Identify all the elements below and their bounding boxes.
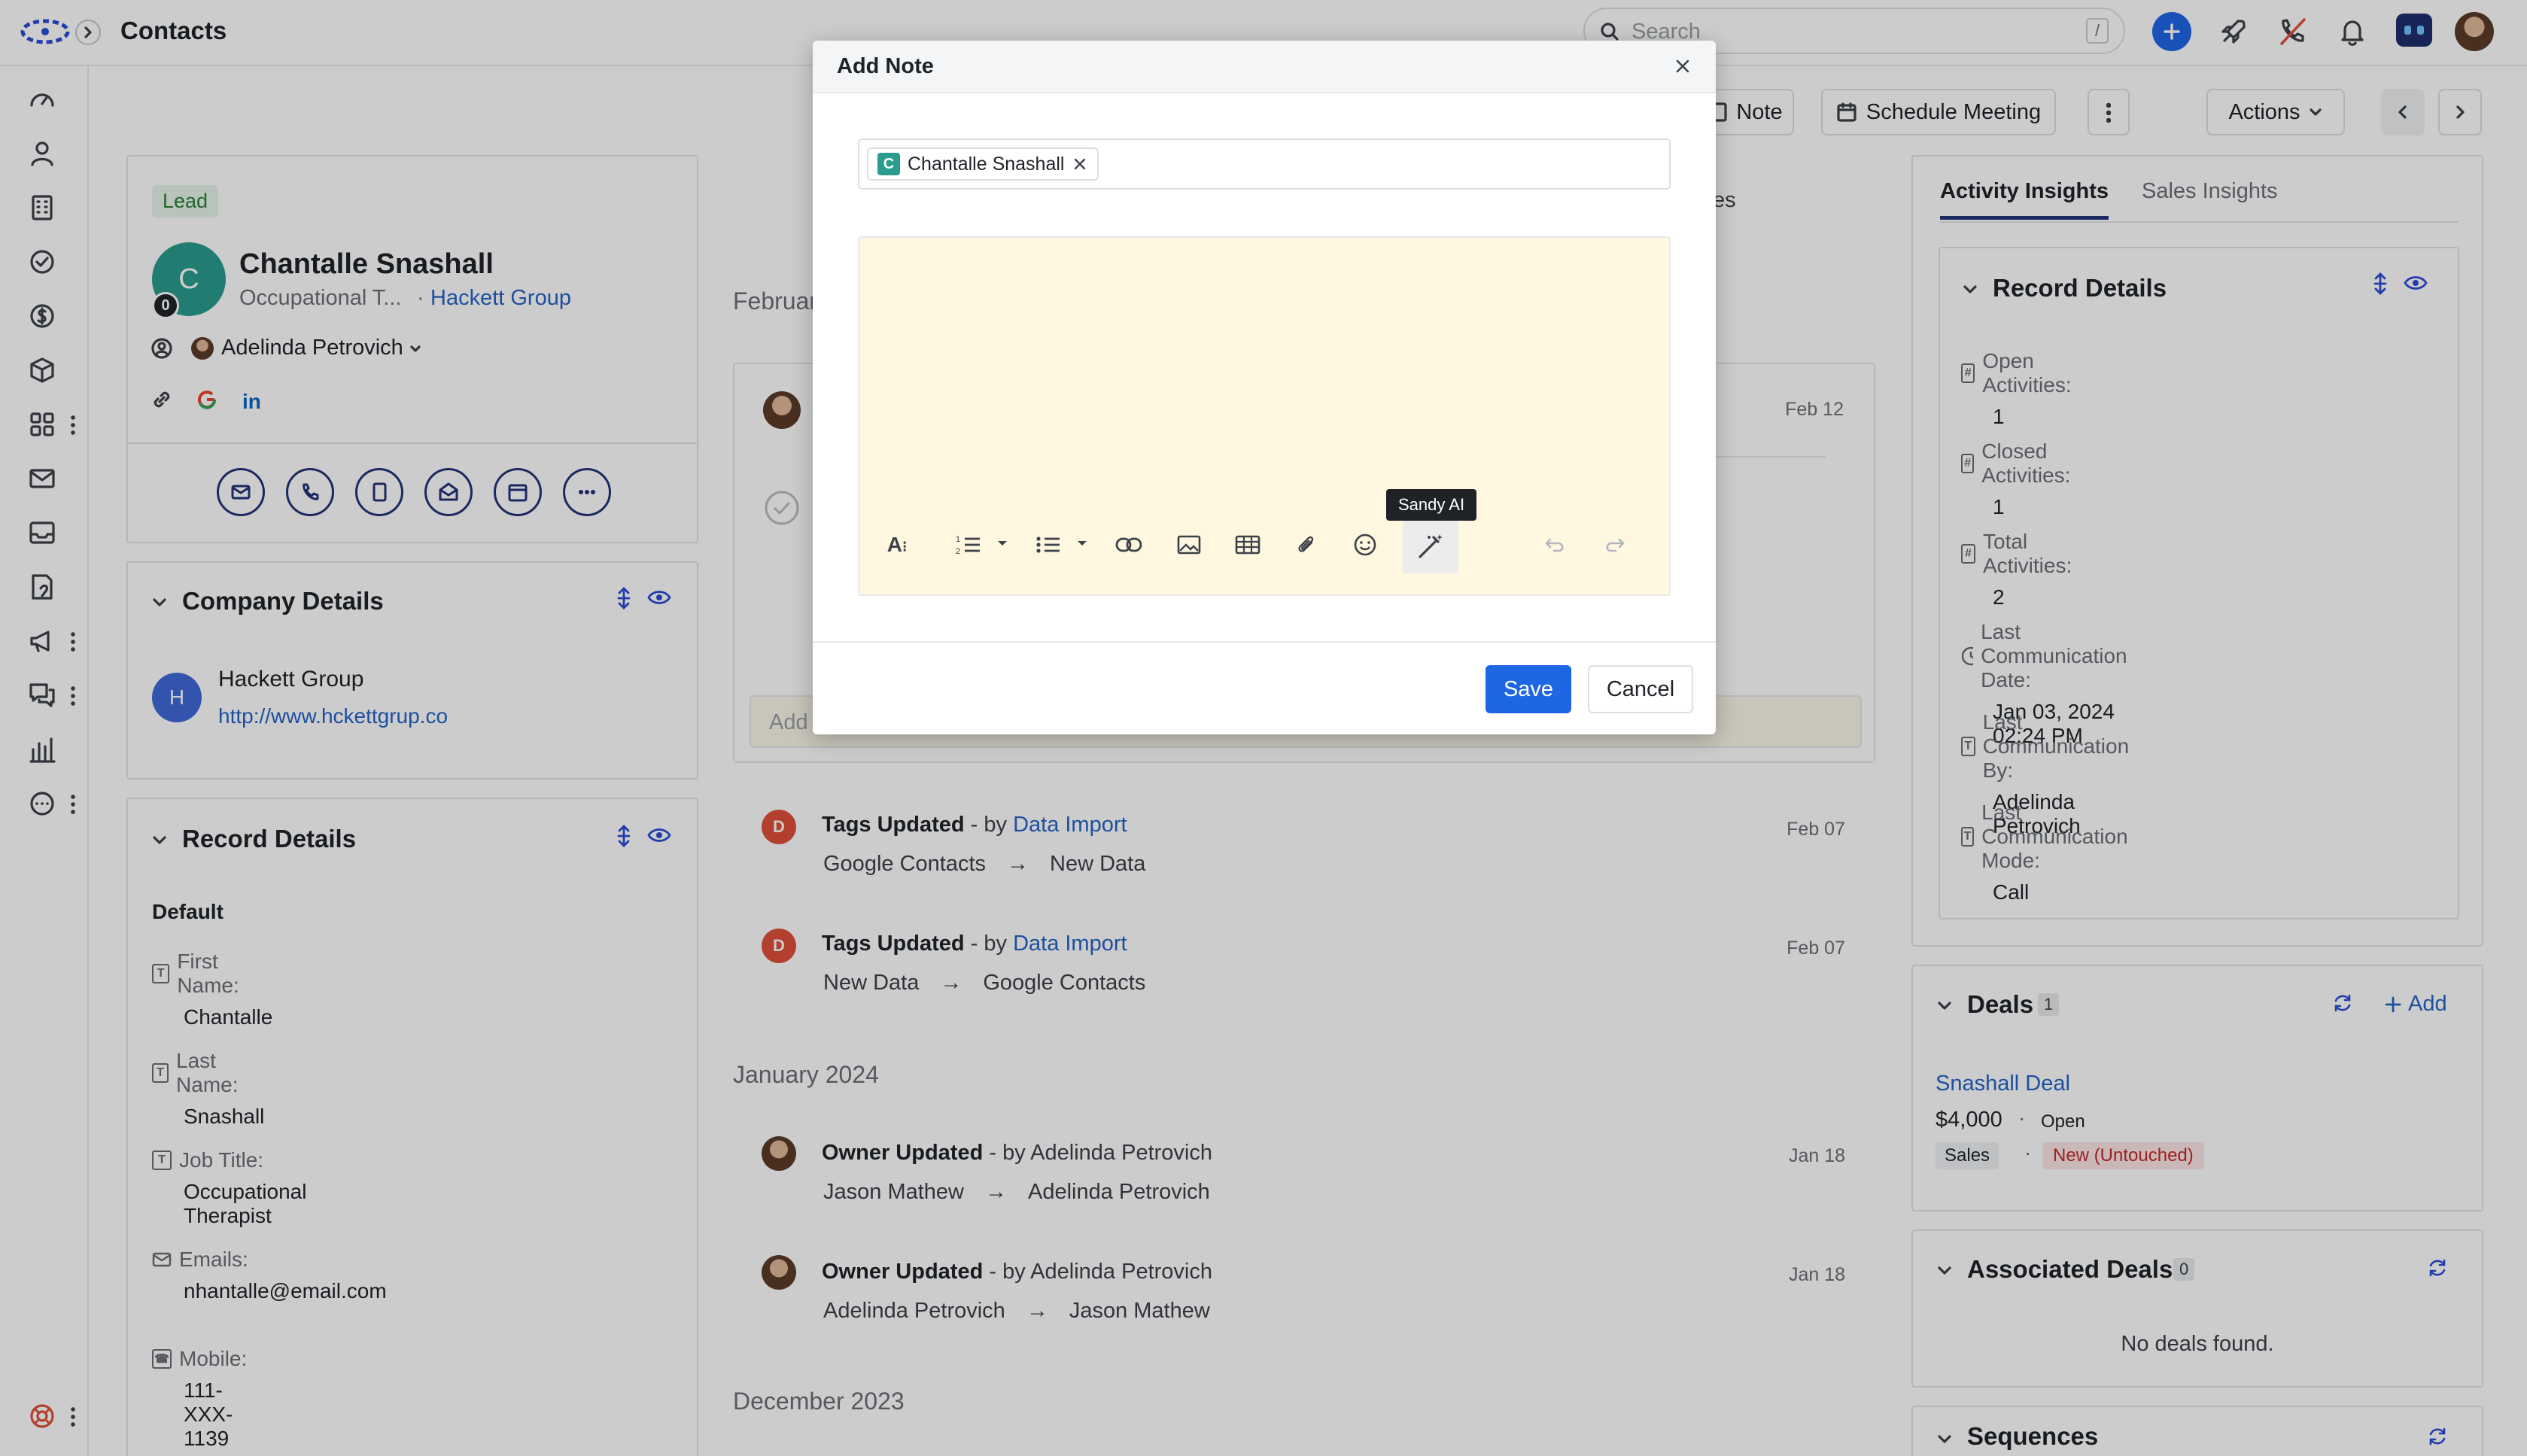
numbered-list-icon: 12 (956, 535, 980, 556)
recipient-avatar: C (877, 153, 900, 175)
svg-text:2: 2 (956, 547, 960, 556)
remove-recipient-icon[interactable] (1072, 156, 1088, 172)
recipient-name: Chantalle Snashall (908, 153, 1065, 175)
add-note-modal: Add Note C Chantalle Snashall A⁝ 12 Sand… (813, 41, 1716, 734)
modal-title: Add Note (837, 54, 934, 78)
insert-table-button[interactable] (1227, 524, 1269, 566)
redo-icon (1606, 538, 1625, 552)
sandy-ai-tooltip: Sandy AI (1386, 489, 1477, 521)
svg-text:1: 1 (956, 535, 960, 544)
text-format-icon: A⁝ (886, 533, 908, 556)
note-editor[interactable]: A⁝ 12 (858, 236, 1671, 596)
bullet-list-button[interactable] (1028, 524, 1070, 566)
insert-image-button[interactable] (1168, 524, 1210, 566)
emoji-icon (1354, 533, 1376, 556)
undo-button[interactable] (1534, 524, 1576, 566)
numbered-list-dropdown-icon[interactable] (996, 539, 1008, 548)
save-button[interactable]: Save (1485, 665, 1571, 713)
text-format-button[interactable]: A⁝ (876, 524, 918, 566)
close-icon[interactable] (1674, 57, 1692, 75)
attach-file-button[interactable] (1285, 524, 1327, 566)
modal-footer-divider (813, 641, 1716, 643)
cancel-button[interactable]: Cancel (1588, 665, 1693, 713)
link-icon (1115, 537, 1142, 552)
modal-header: Add Note (813, 41, 1716, 93)
insert-emoji-button[interactable] (1344, 524, 1386, 566)
recipient-chip: C Chantalle Snashall (867, 147, 1099, 181)
table-icon (1235, 535, 1260, 555)
paperclip-icon (1298, 536, 1314, 552)
bullet-list-icon (1036, 537, 1060, 553)
bullet-list-dropdown-icon[interactable] (1076, 539, 1088, 548)
sandy-ai-button[interactable] (1403, 519, 1458, 573)
undo-icon (1545, 538, 1564, 552)
redo-button[interactable] (1594, 524, 1636, 566)
image-icon (1177, 535, 1201, 555)
numbered-list-button[interactable]: 12 (948, 524, 990, 566)
editor-toolbar: A⁝ 12 (859, 238, 1669, 594)
recipient-field[interactable]: C Chantalle Snashall (858, 138, 1671, 190)
magic-wand-icon (1419, 534, 1443, 558)
insert-link-button[interactable] (1108, 524, 1150, 566)
